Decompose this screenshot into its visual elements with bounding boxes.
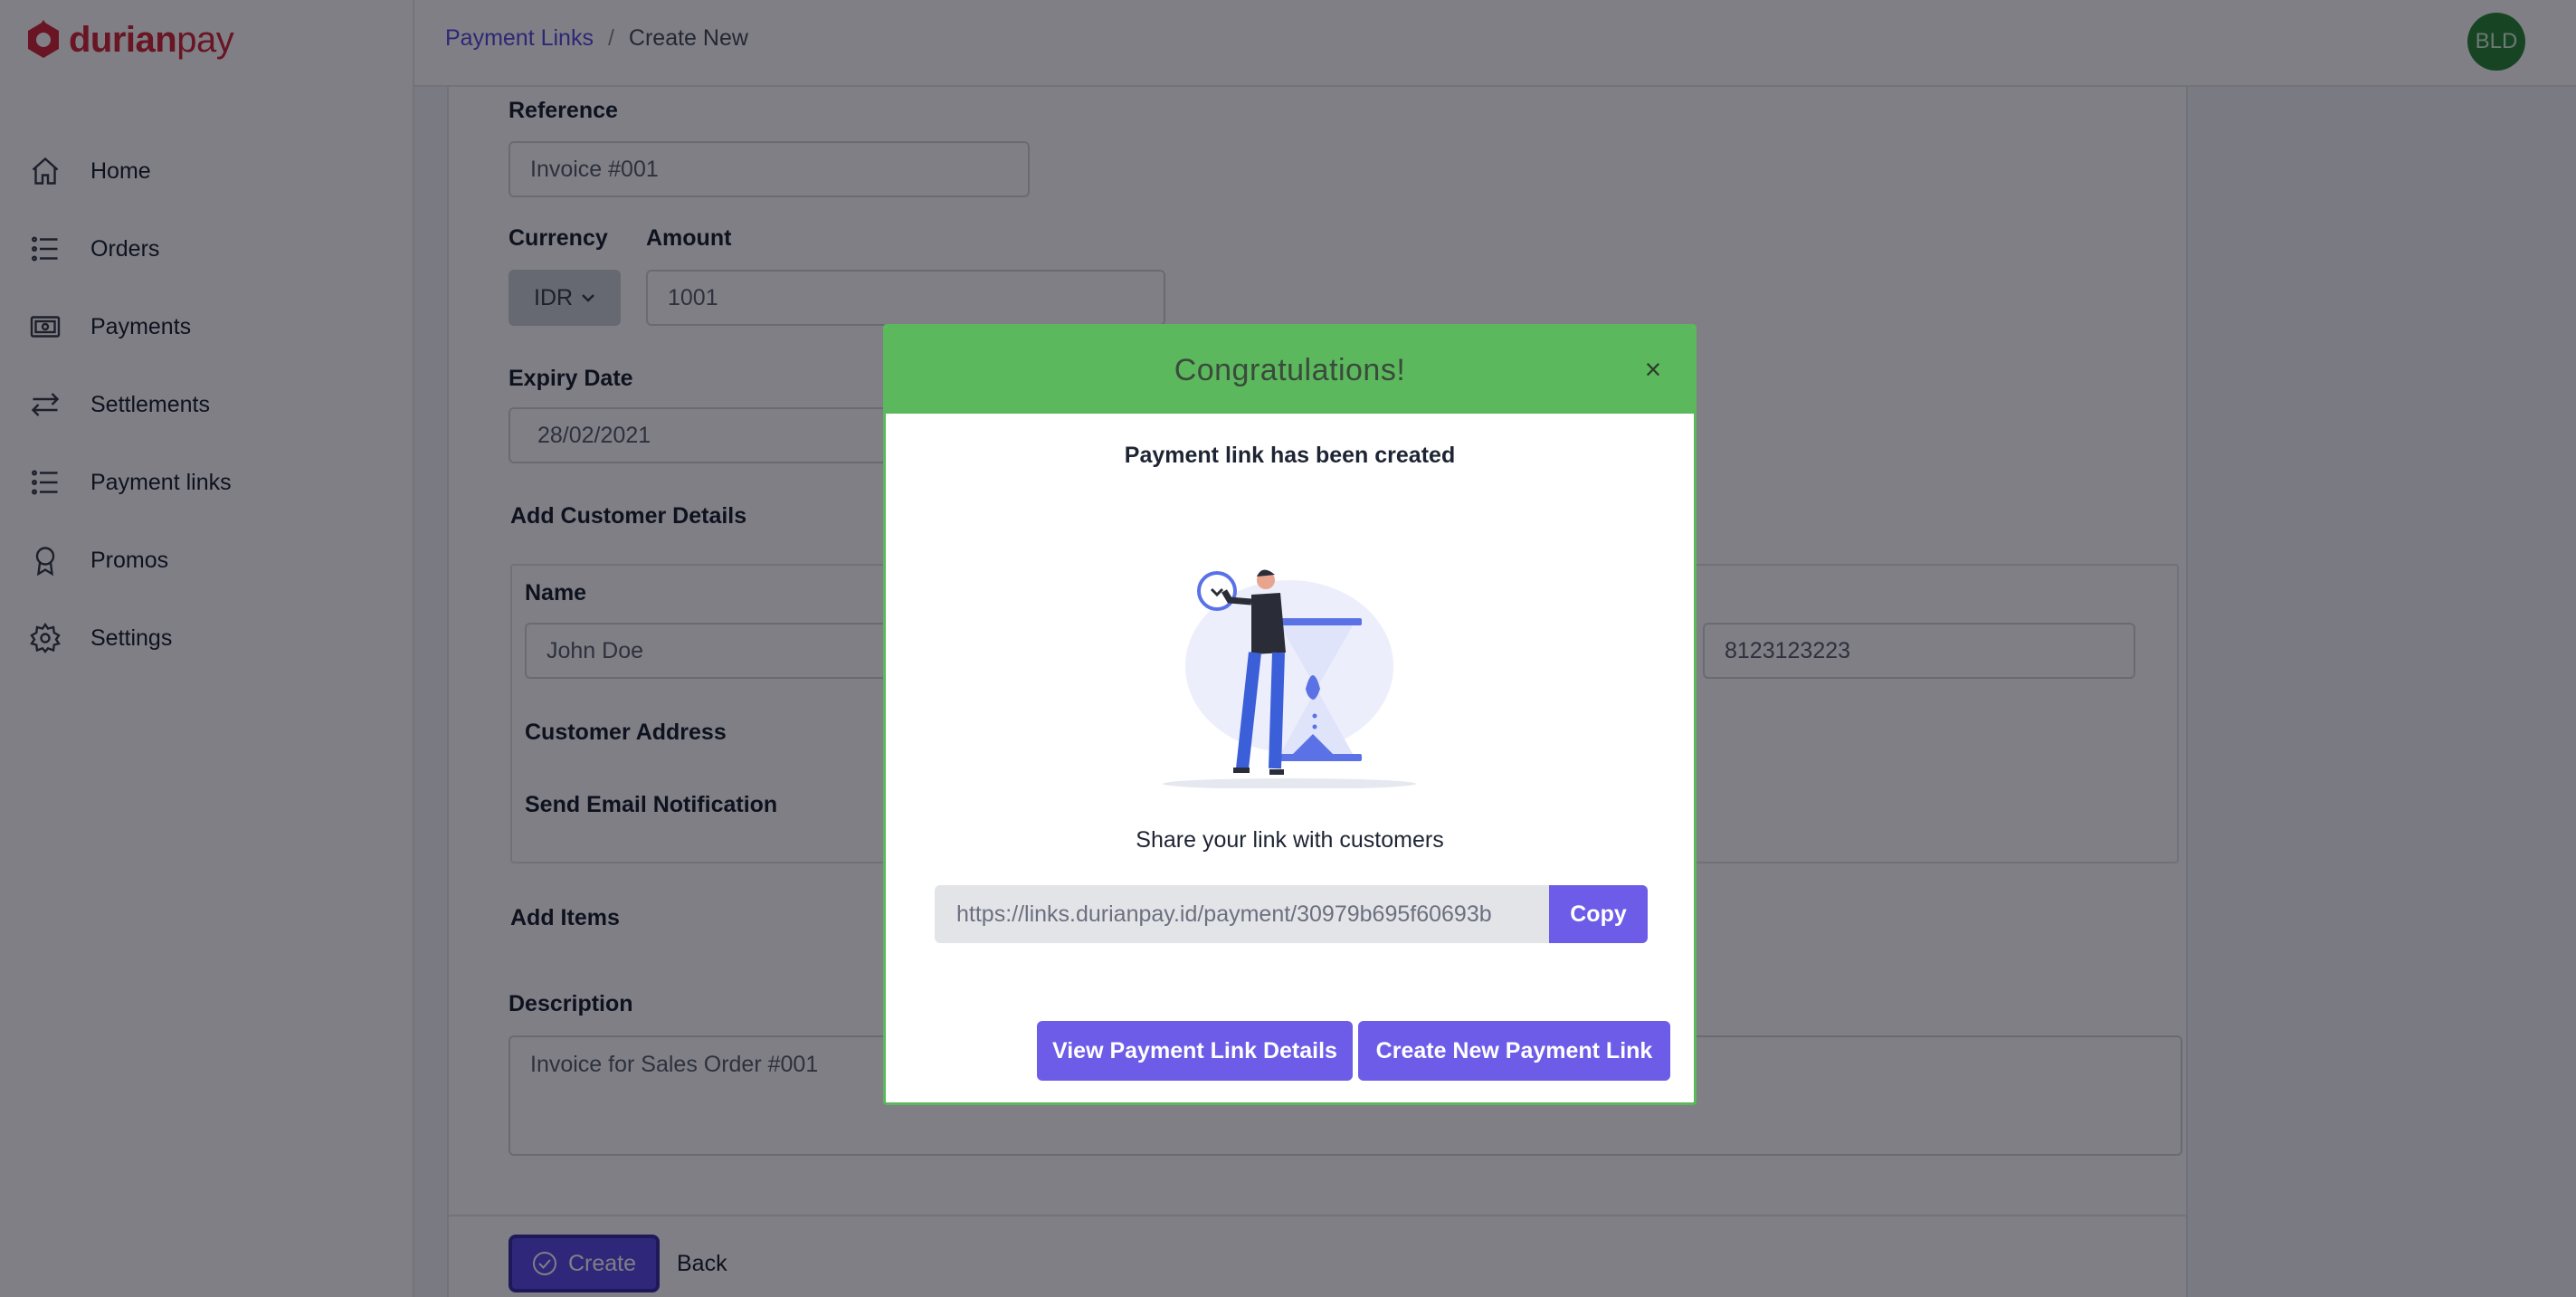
payment-link-row: https://links.durianpay.id/payment/30979… xyxy=(935,885,1648,943)
copy-button[interactable]: Copy xyxy=(1549,885,1648,943)
hourglass-person-illustration xyxy=(1163,569,1416,788)
success-modal: Congratulations! × Payment link has been… xyxy=(883,324,1697,1105)
share-link-text: Share your link with customers xyxy=(1136,827,1444,853)
modal-subtitle: Payment link has been created xyxy=(1124,443,1456,468)
view-payment-link-details-button[interactable]: View Payment Link Details xyxy=(1037,1021,1353,1081)
create-new-payment-link-button[interactable]: Create New Payment Link xyxy=(1358,1021,1670,1081)
close-icon[interactable]: × xyxy=(1638,353,1668,386)
modal-title: Congratulations! xyxy=(1174,352,1406,387)
modal-header: Congratulations! × xyxy=(886,327,1694,414)
payment-link-field[interactable]: https://links.durianpay.id/payment/30979… xyxy=(935,885,1549,943)
